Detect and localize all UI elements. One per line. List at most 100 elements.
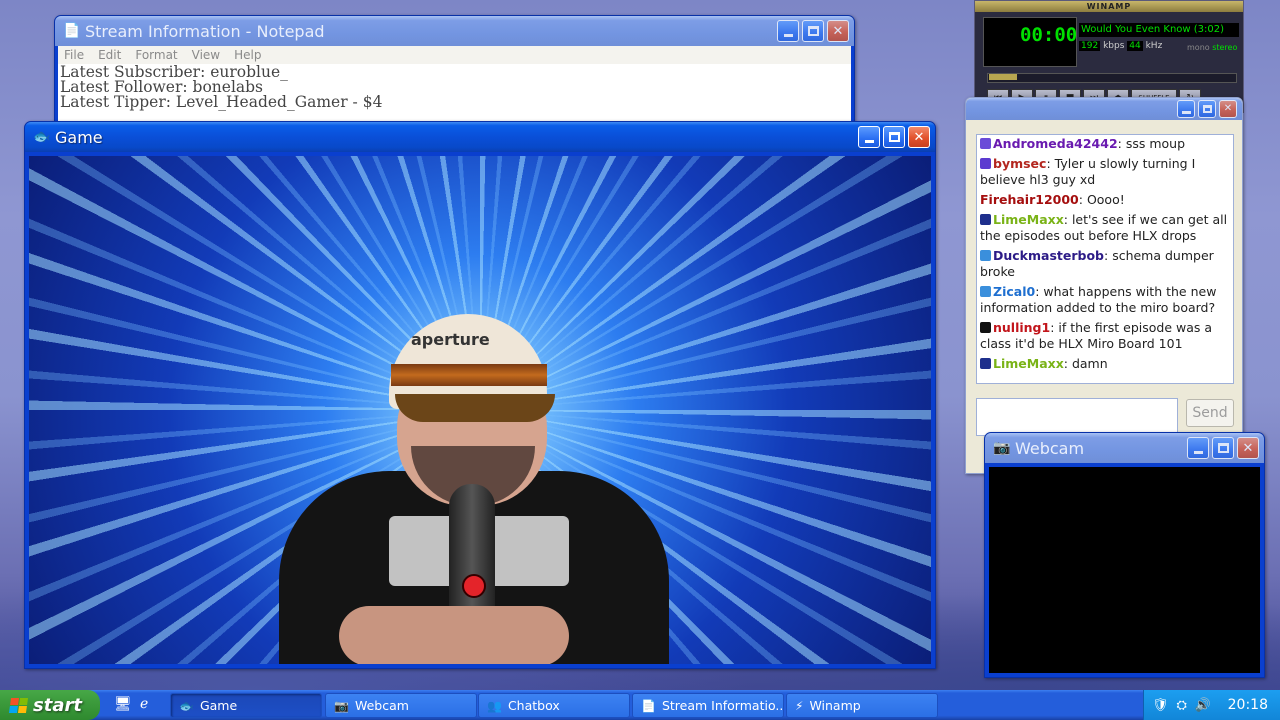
cap-brim [395,394,555,422]
chat-message: LimeMaxx: let's see if we can get all th… [980,212,1228,243]
chat-username[interactable]: LimeMaxx [993,212,1064,227]
minimize-icon [783,33,793,37]
maximize-button[interactable] [883,126,905,148]
chat-message: Andromeda42442: sss moup [977,135,1233,155]
maximize-button[interactable] [802,20,824,42]
game-titlebar[interactable]: 🐟 Game ✕ [25,122,935,152]
chat-username[interactable]: Firehair12000 [980,192,1079,207]
system-tray: 🛡 ⛭ 🔊 20:18 [1143,690,1280,720]
clock[interactable]: 20:18 [1228,697,1268,713]
close-icon: ✕ [1223,103,1233,114]
game-icon: 🐟 [33,129,51,145]
close-button[interactable]: ✕ [1237,437,1259,459]
taskbar-item-winamp[interactable]: ⚡ Winamp [786,693,938,718]
user-badge-icon [980,250,991,261]
maximize-button[interactable] [1212,437,1234,459]
menu-file[interactable]: File [64,48,84,62]
chat-username[interactable]: Andromeda42442 [993,136,1118,151]
user-badge-icon [980,138,991,149]
menu-format[interactable]: Format [135,48,177,62]
game-window[interactable]: 🐟 Game ✕ aperture [24,121,936,669]
taskbar-item-label: Game [199,698,238,713]
winamp-display: 00:00 [983,17,1077,67]
streamer-video: aperture [279,246,669,664]
menu-view[interactable]: View [192,48,220,62]
webcam-feed [989,467,1260,673]
minimize-icon [864,139,874,143]
chat-message: Zical0: what happens with the new inform… [980,284,1217,315]
notepad-titlebar[interactable]: 📄 Stream Information - Notepad ✕ [55,16,854,46]
cap-band [391,364,547,386]
taskbar-item-label: Webcam [354,698,409,713]
winamp-titlebar[interactable]: WINAMP [975,1,1243,12]
minimize-button[interactable] [1177,100,1195,118]
internet-explorer-icon[interactable]: ℯ [140,696,148,712]
chat-text: damn [1071,356,1108,371]
taskbar-item-chatbox[interactable]: 👥 Chatbox [478,693,630,718]
minimize-button[interactable] [1187,437,1209,459]
window-title: Stream Information - Notepad [85,21,325,41]
user-badge-icon [980,322,991,333]
chat-username[interactable]: bymsec [993,156,1046,171]
maximize-button[interactable] [1198,100,1216,118]
taskbar-item-label: Winamp [809,698,861,713]
song-title: Would You Even Know (3:02) [1079,23,1239,37]
chat-username[interactable]: Duckmasterbob [993,248,1104,263]
chat-username[interactable]: Zical0 [993,284,1035,299]
winamp-icon: ⚡ [795,698,804,713]
seek-bar[interactable] [987,73,1237,83]
users-icon: 👥 [487,698,502,713]
chat-message: Firehair12000: Oooo! [980,192,1125,207]
bitrate-readout: 192 kbps 44 kHz [1079,41,1162,51]
taskbar-item-webcam[interactable]: 📷 Webcam [325,693,477,718]
game-video-feed: aperture [29,156,931,664]
chat-message: nulling1: if the first episode was a cla… [980,320,1213,351]
minimize-button[interactable] [777,20,799,42]
menu-edit[interactable]: Edit [98,48,121,62]
maximize-icon [888,132,900,142]
close-button[interactable]: ✕ [908,126,930,148]
user-badge-icon [980,214,991,225]
maximize-icon [807,26,819,36]
close-button[interactable]: ✕ [1219,100,1237,118]
windows-logo-icon [8,697,29,713]
user-badge-icon [980,358,991,369]
webcam-titlebar[interactable]: 📷 Webcam ✕ [985,433,1264,463]
close-icon: ✕ [913,129,925,145]
taskbar-item-stream-informatio[interactable]: 📄 Stream Informatio... [632,693,784,718]
taskbar: start 🖥 ℯ 🐟 Game 📷 Webcam 👥 Chatbox 📄 Stream In… [0,690,1280,720]
menu-help[interactable]: Help [234,48,261,62]
elapsed-time[interactable]: 00:00 [1020,24,1077,46]
notepad-window[interactable]: 📄 Stream Information - Notepad ✕ File Ed… [54,15,855,127]
security-shield-icon[interactable]: 🛡 [1152,698,1169,713]
microphone-light [462,574,486,598]
samplerate-value: 44 [1127,41,1143,51]
maximize-icon [1217,443,1229,453]
maximize-icon [1202,105,1212,113]
seek-thumb[interactable] [989,74,1017,80]
window-title: Game [55,127,103,147]
chat-message: LimeMaxx: damn [977,355,1233,375]
mono-label: mono [1187,43,1210,52]
webcam-window[interactable]: 📷 Webcam ✕ [984,432,1265,678]
start-button[interactable]: start [0,690,100,720]
chat-message-list[interactable]: Andromeda42442: sss moup bymsec: Tyler u … [976,134,1234,384]
chatbox-titlebar[interactable]: ✕ [966,98,1242,120]
user-badge-icon [980,158,991,169]
show-desktop-icon[interactable]: 🖥 [114,696,132,712]
chat-input[interactable] [976,398,1178,436]
close-button[interactable]: ✕ [827,20,849,42]
taskbar-item-game[interactable]: 🐟 Game [170,693,322,718]
network-icon[interactable]: ⛭ [1177,698,1187,713]
volume-icon[interactable]: 🔊 [1195,698,1211,713]
minimize-button[interactable] [858,126,880,148]
taskbar-item-label: Stream Informatio... [661,698,784,713]
chat-username[interactable]: nulling1 [993,320,1050,335]
chatbox-window[interactable]: ✕ Andromeda42442: sss moup bymsec: Tyler … [965,97,1243,474]
menu-bar: File Edit Format View Help [58,46,851,64]
close-icon: ✕ [1242,440,1254,456]
send-button[interactable]: Send [1186,399,1234,427]
stereo-label: stereo [1212,43,1238,52]
chat-username[interactable]: LimeMaxx [993,356,1064,371]
notepad-text-area[interactable]: Latest Subscriber: euroblue_ Latest Foll… [58,64,851,122]
